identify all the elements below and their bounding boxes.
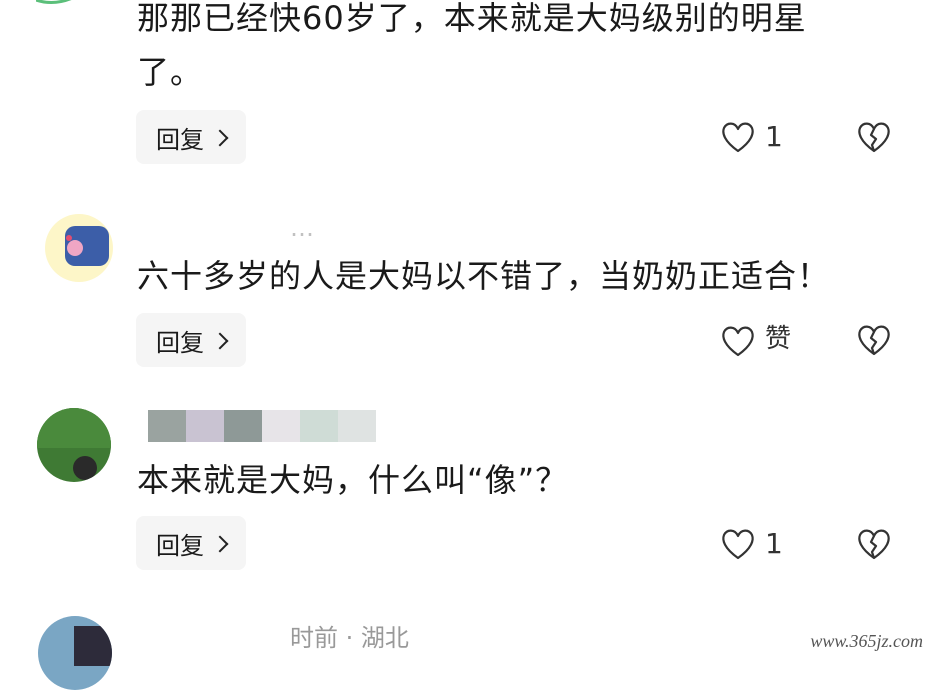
comment-1-text: 那那已经快60岁了，本来就是大妈级别的明星 了。 [137, 0, 907, 94]
avatar[interactable] [37, 408, 111, 482]
username-blurred [148, 410, 376, 442]
heart-outline-icon[interactable] [720, 325, 756, 357]
reply-button-3[interactable]: 回复 [136, 516, 246, 570]
watermark: www.365jz.com [810, 631, 923, 651]
blur-block [338, 410, 376, 442]
broken-heart-icon[interactable] [856, 527, 892, 561]
broken-heart-icon[interactable] [856, 120, 892, 154]
reply-button-2[interactable]: 回复 [136, 313, 246, 367]
chevron-right-icon [211, 332, 229, 349]
like-label-2: 赞 [765, 324, 792, 354]
comment-2-text: 六十多岁的人是大妈以不错了，当奶奶正适合！ [137, 257, 831, 295]
heart-outline-icon[interactable] [720, 528, 756, 560]
blur-block [148, 410, 186, 442]
reply-label: 回复 [156, 531, 204, 560]
blur-block [300, 410, 338, 442]
chevron-right-icon [211, 129, 229, 146]
blur-block [224, 410, 262, 442]
reply-button-1[interactable]: 回复 [136, 110, 246, 164]
comment-meta: 时前 · 湖北 [290, 624, 409, 652]
chevron-right-icon [211, 535, 229, 552]
comment-1-line1: 那那已经快60岁了，本来就是大妈级别的明星 [137, 0, 807, 37]
heart-outline-icon[interactable] [720, 121, 756, 153]
comment-3-text: 本来就是大妈，什么叫“像”？ [137, 461, 569, 499]
comment-meta: … [290, 214, 314, 238]
blur-block [186, 410, 224, 442]
avatar-top-partial [35, 0, 100, 10]
like-count-3: 1 [765, 527, 783, 560]
reply-label: 回复 [156, 125, 204, 154]
avatar[interactable] [38, 616, 112, 690]
comment-1-line2: 了。 [137, 53, 204, 91]
reply-label: 回复 [156, 328, 204, 357]
blur-block [262, 410, 300, 442]
broken-heart-icon[interactable] [856, 323, 892, 357]
like-count-1: 1 [765, 120, 783, 153]
avatar[interactable] [45, 214, 113, 282]
